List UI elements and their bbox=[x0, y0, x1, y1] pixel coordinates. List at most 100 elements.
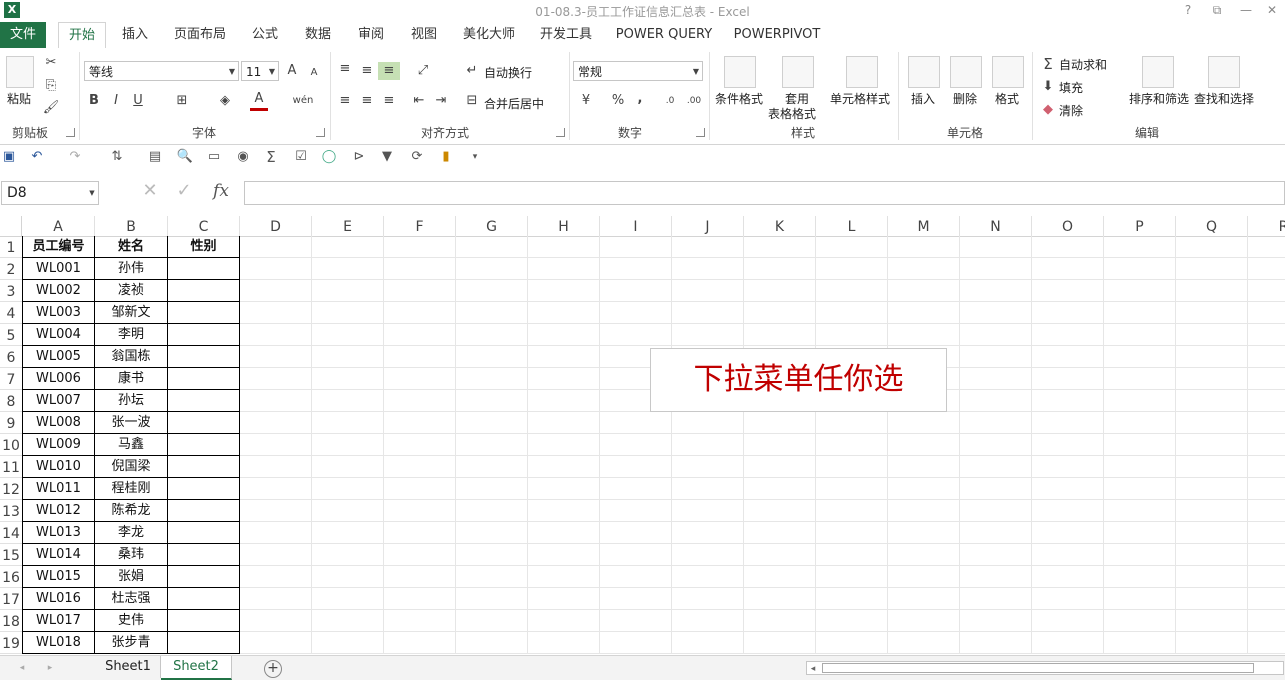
column-header-m[interactable]: M bbox=[888, 216, 960, 236]
cell-b13[interactable]: 陈希龙 bbox=[95, 500, 168, 522]
row-header-7[interactable]: 7 bbox=[0, 368, 22, 390]
scrollbar-thumb[interactable] bbox=[822, 663, 1254, 673]
cell-c2[interactable] bbox=[168, 258, 240, 280]
delete-cells-button[interactable]: 删除 bbox=[953, 90, 977, 107]
delete-cells-icon[interactable] bbox=[950, 56, 982, 88]
cell-styles-button[interactable]: 单元格样式 bbox=[830, 90, 890, 107]
cell-a16[interactable]: WL015 bbox=[22, 566, 95, 588]
column-header-n[interactable]: N bbox=[960, 216, 1032, 236]
decrease-decimal-icon[interactable]: .00 bbox=[684, 92, 704, 110]
cell-a17[interactable]: WL016 bbox=[22, 588, 95, 610]
percent-button[interactable]: % bbox=[610, 92, 626, 110]
row-header-3[interactable]: 3 bbox=[0, 280, 22, 302]
cell-b15[interactable]: 桑玮 bbox=[95, 544, 168, 566]
column-header-i[interactable]: I bbox=[600, 216, 672, 236]
refresh-icon[interactable]: ⟳ bbox=[408, 148, 426, 166]
customize-qat-icon[interactable]: ▾ bbox=[466, 148, 484, 166]
increase-indent-icon[interactable]: ⇥ bbox=[432, 92, 450, 110]
cell-c3[interactable] bbox=[168, 280, 240, 302]
column-header-p[interactable]: P bbox=[1104, 216, 1176, 236]
cell-a6[interactable]: WL005 bbox=[22, 346, 95, 368]
format-as-table-icon[interactable] bbox=[782, 56, 814, 88]
cell-b14[interactable]: 李龙 bbox=[95, 522, 168, 544]
align-center-icon[interactable]: ≡ bbox=[358, 92, 376, 110]
paste-icon[interactable] bbox=[6, 56, 34, 88]
cell-a1[interactable]: 员工编号 bbox=[22, 236, 95, 258]
cell-a2[interactable]: WL001 bbox=[22, 258, 95, 280]
cell-a15[interactable]: WL014 bbox=[22, 544, 95, 566]
name-box-dropdown-icon[interactable]: ▼ bbox=[88, 184, 96, 202]
cancel-icon[interactable]: ✕ bbox=[140, 182, 160, 200]
tab-powerpivot[interactable]: POWERPIVOT bbox=[728, 22, 826, 48]
cell-c10[interactable] bbox=[168, 434, 240, 456]
tab-power-query[interactable]: POWER QUERY bbox=[612, 22, 716, 48]
help-icon[interactable]: ? bbox=[1178, 2, 1198, 18]
cell-b1[interactable]: 姓名 bbox=[95, 236, 168, 258]
format-cells-button[interactable]: 格式 bbox=[995, 90, 1019, 107]
select-all-corner[interactable] bbox=[0, 216, 22, 236]
alignment-launcher-icon[interactable] bbox=[556, 128, 565, 137]
callout-textbox[interactable]: 下拉菜单任你选 bbox=[650, 348, 947, 412]
cell-c4[interactable] bbox=[168, 302, 240, 324]
wrap-text-button[interactable]: 自动换行 bbox=[484, 64, 532, 81]
column-header-q[interactable]: Q bbox=[1176, 216, 1248, 236]
add-sheet-icon[interactable]: + bbox=[264, 660, 282, 678]
autosum-icon[interactable]: Σ bbox=[1040, 55, 1056, 73]
fill-icon[interactable]: ⬇ bbox=[1040, 78, 1056, 96]
column-header-b[interactable]: B bbox=[95, 216, 168, 236]
row-header-1[interactable]: 1 bbox=[0, 236, 22, 258]
row-header-4[interactable]: 4 bbox=[0, 302, 22, 324]
column-header-h[interactable]: H bbox=[528, 216, 600, 236]
bold-button[interactable]: B bbox=[86, 92, 102, 110]
font-name-select[interactable]: 等线 ▼ bbox=[84, 61, 239, 81]
number-format-select[interactable]: 常规 ▼ bbox=[573, 61, 703, 81]
cell-a5[interactable]: WL004 bbox=[22, 324, 95, 346]
italic-button[interactable]: I bbox=[108, 92, 124, 110]
tab-review[interactable]: 审阅 bbox=[348, 22, 394, 48]
cell-b2[interactable]: 孙伟 bbox=[95, 258, 168, 280]
underline-button[interactable]: U bbox=[130, 92, 146, 110]
row-header-10[interactable]: 10 bbox=[0, 434, 22, 456]
column-header-r[interactable]: R bbox=[1248, 216, 1285, 236]
row-header-13[interactable]: 13 bbox=[0, 500, 22, 522]
sort-filter-button[interactable]: 排序和筛选 bbox=[1129, 90, 1189, 107]
cut-icon[interactable]: ✂ bbox=[42, 54, 60, 72]
cell-b4[interactable]: 邹新文 bbox=[95, 302, 168, 324]
cell-b11[interactable]: 倪国梁 bbox=[95, 456, 168, 478]
tab-view[interactable]: 视图 bbox=[401, 22, 447, 48]
fill-color-icon[interactable]: ◈ bbox=[216, 92, 234, 110]
phonetic-icon[interactable]: wén bbox=[292, 92, 314, 110]
cell-b7[interactable]: 康书 bbox=[95, 368, 168, 390]
cell-a11[interactable]: WL010 bbox=[22, 456, 95, 478]
cell-c17[interactable] bbox=[168, 588, 240, 610]
clear-button[interactable]: 清除 bbox=[1059, 102, 1083, 119]
decrease-indent-icon[interactable]: ⇤ bbox=[410, 92, 428, 110]
cell-c19[interactable] bbox=[168, 632, 240, 654]
cell-c15[interactable] bbox=[168, 544, 240, 566]
format-painter-icon[interactable]: 🖌 bbox=[42, 99, 60, 117]
cell-b16[interactable]: 张娟 bbox=[95, 566, 168, 588]
align-left-icon[interactable]: ≡ bbox=[336, 92, 354, 110]
column-header-o[interactable]: O bbox=[1032, 216, 1104, 236]
row-header-18[interactable]: 18 bbox=[0, 610, 22, 632]
column-header-c[interactable]: C bbox=[168, 216, 240, 236]
cell-a10[interactable]: WL009 bbox=[22, 434, 95, 456]
row-header-8[interactable]: 8 bbox=[0, 390, 22, 412]
cell-c1[interactable]: 性别 bbox=[168, 236, 240, 258]
format-cells-icon[interactable] bbox=[992, 56, 1024, 88]
restore-icon[interactable]: ⧉ bbox=[1207, 2, 1227, 18]
insert-cells-button[interactable]: 插入 bbox=[911, 90, 935, 107]
column-header-d[interactable]: D bbox=[240, 216, 312, 236]
row-header-14[interactable]: 14 bbox=[0, 522, 22, 544]
merge-center-button[interactable]: 合并后居中 bbox=[484, 95, 544, 112]
merge-center-icon[interactable]: ⊟ bbox=[464, 92, 480, 110]
cell-a18[interactable]: WL017 bbox=[22, 610, 95, 632]
cell-a3[interactable]: WL002 bbox=[22, 280, 95, 302]
number-launcher-icon[interactable] bbox=[696, 128, 705, 137]
cell-c8[interactable] bbox=[168, 390, 240, 412]
tab-home[interactable]: 开始 bbox=[58, 22, 106, 50]
sort-qat-icon[interactable]: ⇅ bbox=[108, 148, 126, 166]
grow-font-icon[interactable]: A bbox=[284, 62, 300, 80]
cell-c14[interactable] bbox=[168, 522, 240, 544]
form-icon[interactable]: ▤ bbox=[146, 148, 164, 166]
